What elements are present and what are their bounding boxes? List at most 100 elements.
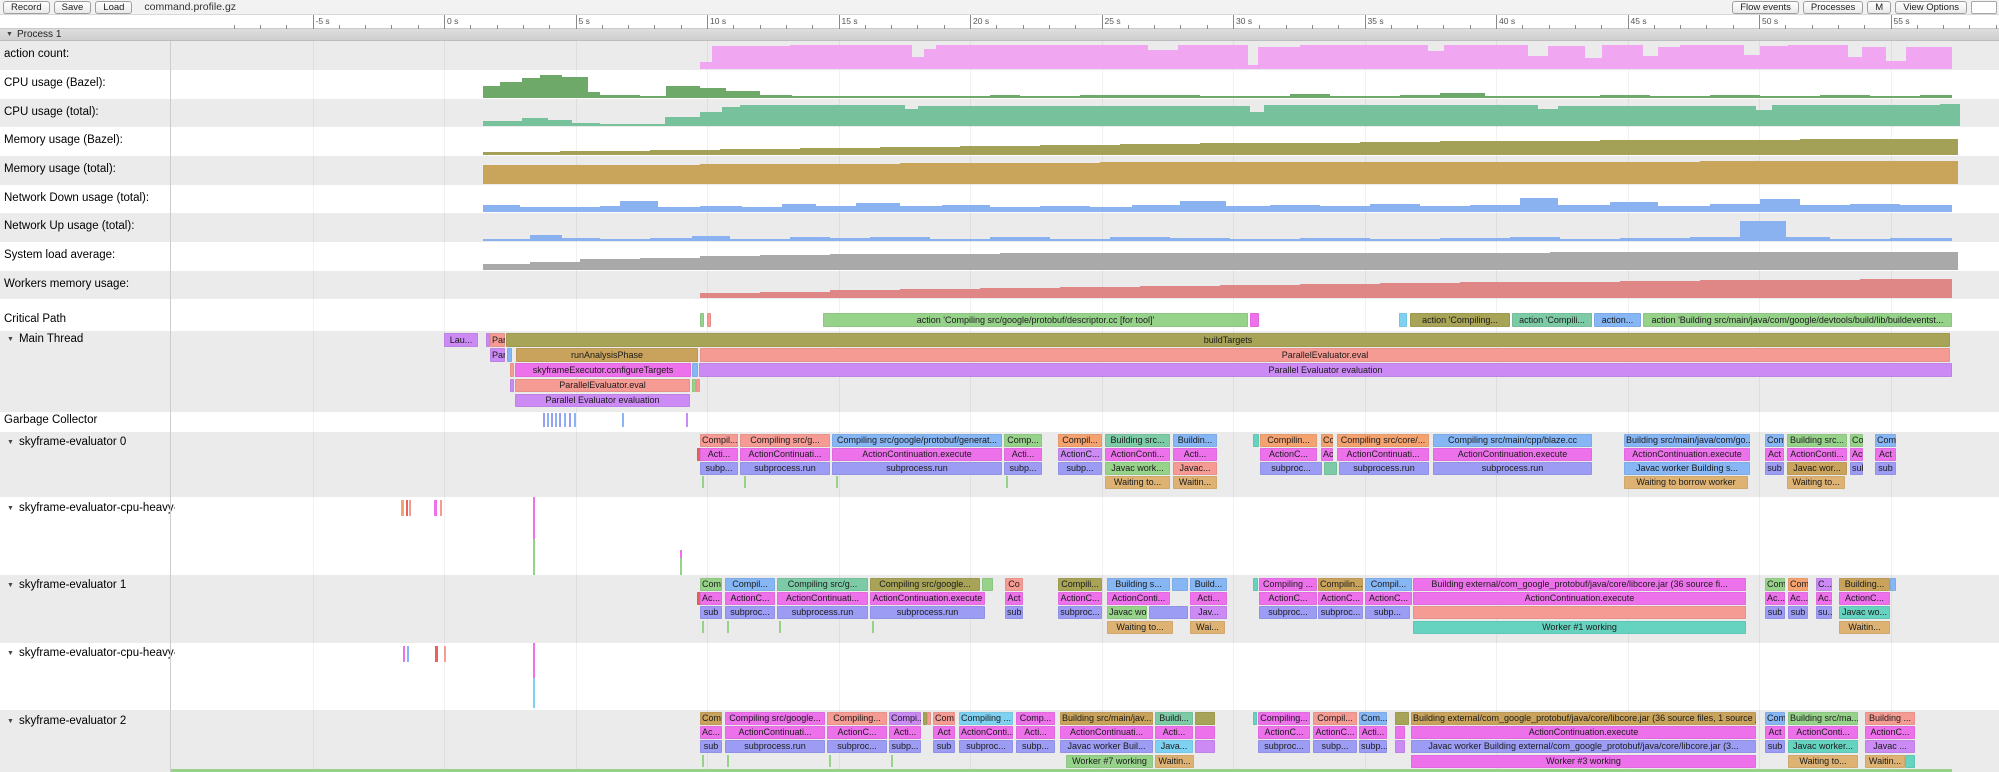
trace-block[interactable]: Ac... xyxy=(1788,592,1808,605)
trace-block[interactable]: Compiling src/main/cpp/blaze.cc xyxy=(1433,434,1592,447)
trace-block[interactable]: ActionContinuati... xyxy=(777,592,868,605)
trace-block[interactable]: Act xyxy=(1765,726,1785,739)
trace-block[interactable]: ActionContinuati... xyxy=(1060,726,1153,739)
trace-block[interactable]: Javac work... xyxy=(1105,462,1170,475)
trace-block[interactable]: subproc... xyxy=(827,740,887,753)
trace-mark[interactable] xyxy=(533,497,535,539)
trace-block[interactable]: runAnalysisPhase xyxy=(516,348,698,362)
trace-block[interactable]: Com xyxy=(1875,434,1896,447)
track-label[interactable]: ▼skyframe-evaluator-cpu-heavy- xyxy=(0,502,175,514)
timeline-ruler[interactable]: -5 s0 s5 s10 s15 s20 s25 s30 s35 s40 s45… xyxy=(0,15,1999,29)
trace-mark[interactable] xyxy=(744,476,746,488)
trace-mark[interactable] xyxy=(533,539,535,575)
trace-mark[interactable] xyxy=(686,413,688,427)
track-label[interactable]: ▼skyframe-evaluator 0 xyxy=(0,436,175,448)
trace-mark[interactable] xyxy=(547,413,549,427)
trace-block[interactable]: subproc... xyxy=(725,606,775,619)
trace-block[interactable]: sub xyxy=(1765,606,1785,619)
trace-block[interactable]: Com xyxy=(700,578,722,591)
trace-block[interactable]: Comp... xyxy=(1004,434,1042,447)
trace-block[interactable]: ActionConti... xyxy=(1788,726,1858,739)
trace-block[interactable]: Javac worker... xyxy=(1788,740,1858,753)
trace-mark[interactable] xyxy=(533,678,535,708)
processes-button[interactable]: Processes xyxy=(1803,1,1863,14)
toolbar-input[interactable] xyxy=(1971,1,1997,14)
trace-block[interactable]: action 'Building src/main/java/com/googl… xyxy=(1643,313,1952,327)
trace-block[interactable]: subproc... xyxy=(1258,740,1310,753)
trace-block[interactable]: Compiling... xyxy=(1258,712,1310,725)
trace-block[interactable] xyxy=(692,363,698,377)
trace-block[interactable]: Acti... xyxy=(889,726,921,739)
trace-block[interactable]: sub xyxy=(1850,462,1863,475)
trace-block[interactable]: Building src/ma... xyxy=(1788,712,1858,725)
trace-block[interactable]: Com xyxy=(700,712,722,725)
trace-mark[interactable] xyxy=(434,500,437,516)
trace-block[interactable]: Waitin... xyxy=(1839,621,1890,634)
trace-block[interactable]: Building src... xyxy=(1105,434,1170,447)
trace-mark[interactable] xyxy=(829,755,831,767)
trace-block[interactable] xyxy=(1413,606,1746,619)
trace-block[interactable]: Ac... xyxy=(1816,592,1832,605)
trace-block[interactable] xyxy=(1890,578,1896,591)
trace-block[interactable]: Waitin... xyxy=(1173,476,1217,489)
trace-block[interactable]: Act xyxy=(1850,448,1863,461)
trace-block[interactable]: action... xyxy=(1594,313,1641,327)
trace-mark[interactable] xyxy=(564,413,566,427)
trace-block[interactable]: Waiting to... xyxy=(1105,476,1170,489)
trace-block[interactable] xyxy=(1195,740,1215,753)
trace-block[interactable] xyxy=(927,712,931,725)
trace-block[interactable] xyxy=(1149,606,1188,619)
trace-block[interactable]: Compiling src/g... xyxy=(777,578,868,591)
trace-block[interactable]: sub xyxy=(700,740,722,753)
trace-block[interactable] xyxy=(1253,578,1258,591)
trace-block[interactable]: Com xyxy=(1765,712,1785,725)
trace-block[interactable]: action 'Compili... xyxy=(1512,313,1592,327)
trace-block[interactable] xyxy=(1253,434,1259,447)
trace-block[interactable]: Act xyxy=(1321,448,1333,461)
trace-block[interactable]: Javac ... xyxy=(1865,740,1915,753)
trace-block[interactable]: Worker #1 working xyxy=(1413,621,1746,634)
trace-block[interactable]: sub xyxy=(933,740,955,753)
trace-block[interactable]: Building... xyxy=(1839,578,1890,591)
trace-block[interactable]: Comp... xyxy=(1016,712,1055,725)
trace-block[interactable] xyxy=(1195,712,1215,725)
trace-block[interactable]: ActionConti... xyxy=(1105,448,1170,461)
trace-block[interactable]: subprocess.run xyxy=(1433,462,1592,475)
trace-block[interactable]: Parallel Evaluator evaluation xyxy=(699,363,1952,377)
trace-block[interactable]: Wai... xyxy=(1190,621,1225,634)
trace-mark[interactable] xyxy=(569,413,571,427)
track-label[interactable]: ▼skyframe-evaluator 1 xyxy=(0,579,175,591)
trace-block[interactable]: subp... xyxy=(1313,740,1357,753)
trace-block[interactable]: su... xyxy=(1816,606,1832,619)
trace-block[interactable] xyxy=(1395,740,1405,753)
trace-block[interactable] xyxy=(700,313,704,327)
trace-block[interactable]: sub xyxy=(1788,606,1808,619)
trace-mark[interactable] xyxy=(440,500,442,516)
trace-block[interactable]: Building src/main/jav... xyxy=(1060,712,1153,725)
trace-block[interactable]: Javac worker Buil... xyxy=(1060,740,1153,753)
trace-mark[interactable] xyxy=(891,755,893,767)
trace-block[interactable]: Waiting to... xyxy=(1107,621,1173,634)
process-header[interactable]: ▼ Process 1 xyxy=(0,29,1999,41)
trace-block[interactable]: action 'Compiling... xyxy=(1410,313,1510,327)
load-button[interactable]: Load xyxy=(95,1,132,14)
trace-block[interactable]: action 'Compiling src/google/protobuf/de… xyxy=(823,313,1248,327)
trace-block[interactable]: Ac... xyxy=(700,726,722,739)
trace-block[interactable]: Javac worker... xyxy=(1107,606,1147,619)
trace-block[interactable]: subp... xyxy=(1016,740,1055,753)
trace-block[interactable]: Com xyxy=(1765,434,1784,447)
trace-block[interactable]: ActionC... xyxy=(1839,592,1890,605)
trace-block[interactable]: subproc... xyxy=(1058,606,1102,619)
record-button[interactable]: Record xyxy=(3,1,50,14)
trace-block[interactable]: ActionContinuation.execute xyxy=(1413,592,1746,605)
trace-block[interactable]: Compilin... xyxy=(1318,578,1363,591)
trace-block[interactable]: Compi... xyxy=(889,712,921,725)
trace-block[interactable]: Com xyxy=(1765,578,1785,591)
trace-mark[interactable] xyxy=(406,500,408,516)
trace-block[interactable]: Waitin... xyxy=(1155,755,1194,768)
trace-block[interactable]: Buildin... xyxy=(1173,434,1217,447)
trace-mark[interactable] xyxy=(727,755,729,767)
collapse-triangle-icon[interactable]: ▼ xyxy=(7,718,14,725)
trace-block[interactable]: Building s... xyxy=(1107,578,1170,591)
trace-block[interactable]: Compili... xyxy=(1058,578,1102,591)
